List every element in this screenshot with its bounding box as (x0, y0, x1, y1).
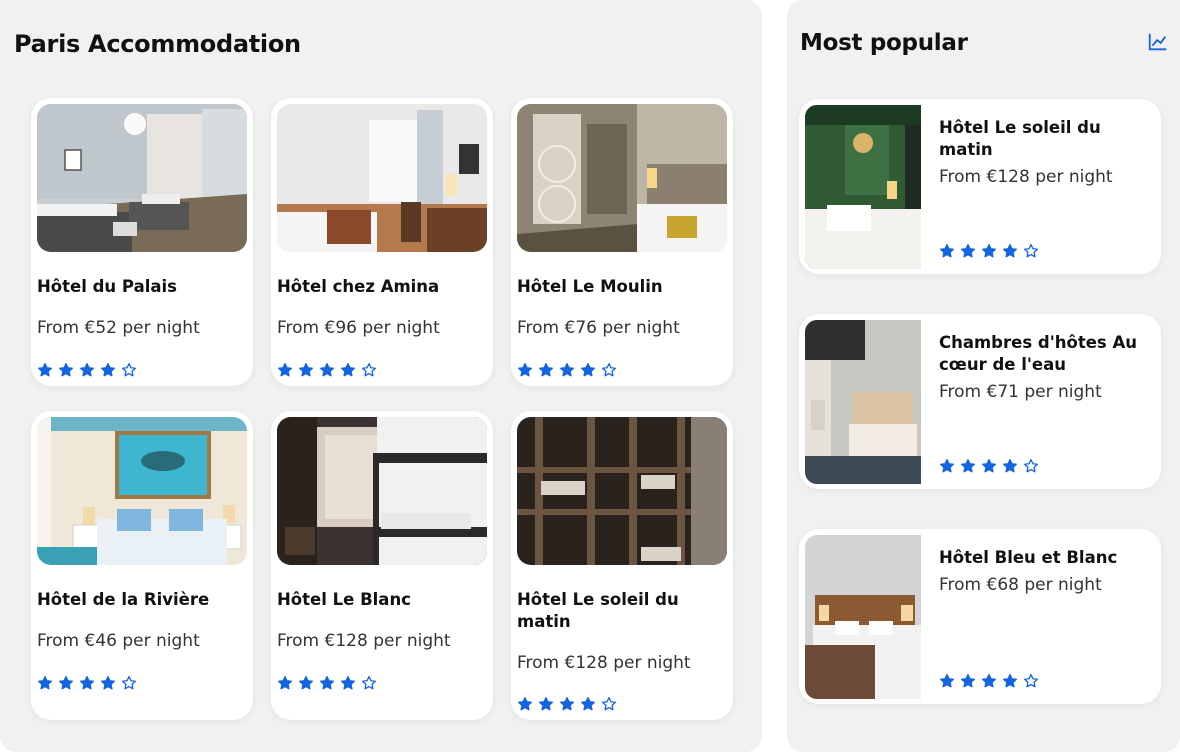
hotel-photo (517, 417, 727, 565)
star-filled-icon (539, 363, 553, 377)
star-filled-icon (320, 363, 334, 377)
star-filled-icon (560, 697, 574, 711)
hotel-name[interactable]: Hôtel Le Moulin (517, 276, 722, 298)
hotel-price: From €128 per night (939, 167, 1113, 187)
star-filled-icon (299, 363, 313, 377)
star-empty-icon (602, 363, 616, 377)
star-empty-icon (362, 363, 376, 377)
star-empty-icon (122, 676, 136, 690)
hotel-photo (805, 105, 921, 269)
star-filled-icon (961, 244, 975, 258)
hotel-price: From €96 per night (277, 318, 440, 338)
popular-hotel-card[interactable]: Chambres d'hôtes Au cœur de l'eau From €… (799, 314, 1161, 489)
trending-chart-icon[interactable] (1147, 31, 1169, 53)
star-empty-icon (1024, 459, 1038, 473)
hotel-price: From €52 per night (37, 318, 200, 338)
hotel-photo (805, 535, 921, 699)
accommodation-panel: Paris Accommodation Hôtel du Palais From… (0, 0, 762, 752)
star-filled-icon (961, 459, 975, 473)
star-filled-icon (982, 674, 996, 688)
star-filled-icon (278, 363, 292, 377)
hotel-card[interactable]: Hôtel Le Blanc From €128 per night (271, 411, 493, 720)
section-title: Most popular (800, 30, 968, 56)
star-empty-icon (1024, 244, 1038, 258)
star-empty-icon (1024, 674, 1038, 688)
star-filled-icon (320, 676, 334, 690)
hotel-name[interactable]: Hôtel chez Amina (277, 276, 482, 298)
star-rating (277, 362, 377, 378)
hotel-name[interactable]: Hôtel Le Blanc (277, 589, 482, 611)
hotel-name[interactable]: Hôtel Bleu et Blanc (939, 547, 1149, 569)
star-filled-icon (1003, 459, 1017, 473)
star-filled-icon (581, 363, 595, 377)
hotel-photo (277, 417, 487, 565)
star-filled-icon (982, 244, 996, 258)
star-filled-icon (961, 674, 975, 688)
star-filled-icon (101, 676, 115, 690)
hotel-name[interactable]: Hôtel Le soleil du matin (517, 589, 722, 633)
hotel-photo (277, 104, 487, 252)
hotel-price: From €46 per night (37, 631, 200, 651)
star-rating (37, 675, 137, 691)
hotel-price: From €71 per night (939, 382, 1102, 402)
hotel-card[interactable]: Hôtel Le Moulin From €76 per night (511, 98, 733, 386)
star-filled-icon (80, 676, 94, 690)
hotel-photo (37, 417, 247, 565)
hotel-photo (517, 104, 727, 252)
hotel-card[interactable]: Hôtel Le soleil du matin From €128 per n… (511, 411, 733, 720)
most-popular-panel: Most popular Hôtel Le soleil du matin Fr… (787, 0, 1180, 752)
star-rating (37, 362, 137, 378)
hotel-price: From €68 per night (939, 575, 1102, 595)
hotel-name[interactable]: Chambres d'hôtes Au cœur de l'eau (939, 332, 1149, 376)
hotel-price: From €128 per night (517, 653, 691, 673)
hotel-card[interactable]: Hôtel chez Amina From €96 per night (271, 98, 493, 386)
star-empty-icon (362, 676, 376, 690)
star-rating (517, 696, 617, 712)
star-empty-icon (122, 363, 136, 377)
star-filled-icon (560, 363, 574, 377)
star-filled-icon (539, 697, 553, 711)
star-filled-icon (1003, 244, 1017, 258)
star-filled-icon (341, 676, 355, 690)
popular-hotel-card[interactable]: Hôtel Bleu et Blanc From €68 per night (799, 529, 1161, 704)
star-filled-icon (518, 363, 532, 377)
star-filled-icon (59, 676, 73, 690)
star-filled-icon (940, 244, 954, 258)
star-filled-icon (1003, 674, 1017, 688)
star-rating (939, 243, 1039, 259)
star-rating (277, 675, 377, 691)
star-filled-icon (518, 697, 532, 711)
star-filled-icon (982, 459, 996, 473)
star-filled-icon (38, 676, 52, 690)
hotel-photo (37, 104, 247, 252)
hotel-photo (805, 320, 921, 484)
hotel-card[interactable]: Hôtel du Palais From €52 per night (31, 98, 253, 386)
hotel-name[interactable]: Hôtel du Palais (37, 276, 242, 298)
star-filled-icon (940, 674, 954, 688)
hotel-price: From €128 per night (277, 631, 451, 651)
star-empty-icon (602, 697, 616, 711)
hotel-name[interactable]: Hôtel de la Rivière (37, 589, 242, 611)
star-filled-icon (940, 459, 954, 473)
star-filled-icon (278, 676, 292, 690)
hotel-name[interactable]: Hôtel Le soleil du matin (939, 117, 1149, 161)
star-rating (939, 458, 1039, 474)
star-filled-icon (101, 363, 115, 377)
hotel-price: From €76 per night (517, 318, 680, 338)
star-rating (517, 362, 617, 378)
star-rating (939, 673, 1039, 689)
star-filled-icon (299, 676, 313, 690)
star-filled-icon (581, 697, 595, 711)
star-filled-icon (341, 363, 355, 377)
star-filled-icon (38, 363, 52, 377)
page-title: Paris Accommodation (14, 30, 301, 58)
star-filled-icon (59, 363, 73, 377)
star-filled-icon (80, 363, 94, 377)
popular-hotel-card[interactable]: Hôtel Le soleil du matin From €128 per n… (799, 99, 1161, 274)
hotel-card[interactable]: Hôtel de la Rivière From €46 per night (31, 411, 253, 720)
